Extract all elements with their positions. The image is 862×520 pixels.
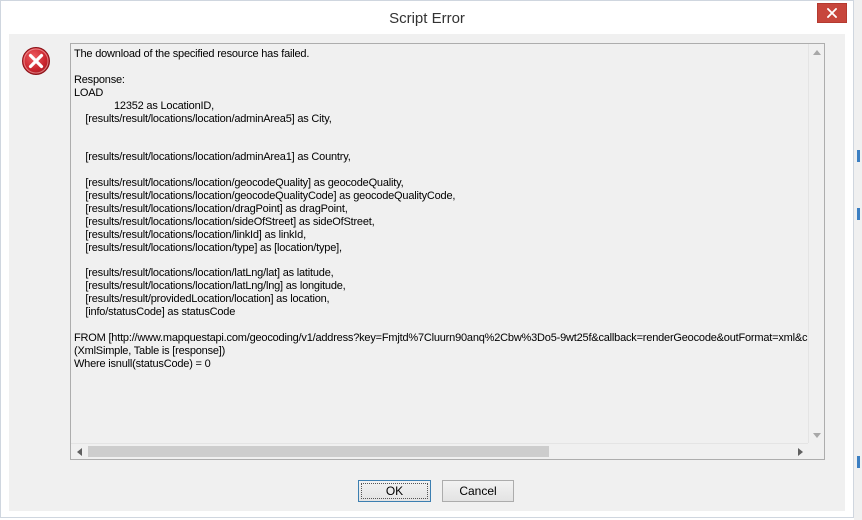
- scroll-up-button[interactable]: [809, 44, 824, 60]
- background-marker: [857, 456, 860, 468]
- dialog-title: Script Error: [389, 10, 465, 27]
- chevron-down-icon: [812, 432, 821, 438]
- focus-rectangle: [361, 483, 428, 499]
- error-message-text: The download of the specified resource h…: [74, 48, 808, 370]
- cancel-button-label: Cancel: [459, 484, 497, 498]
- dialog-content: The download of the specified resource h…: [9, 34, 845, 511]
- background-marker: [857, 150, 860, 162]
- error-message-box[interactable]: The download of the specified resource h…: [70, 43, 825, 460]
- cancel-button[interactable]: Cancel: [442, 480, 514, 502]
- horizontal-scrollbar[interactable]: [71, 443, 808, 459]
- chevron-left-icon: [76, 447, 82, 456]
- scroll-right-button[interactable]: [792, 444, 808, 459]
- vertical-scrollbar[interactable]: [808, 44, 824, 443]
- ok-button[interactable]: OK: [358, 480, 431, 502]
- scroll-down-button[interactable]: [809, 427, 824, 443]
- close-icon: [827, 8, 837, 18]
- script-error-dialog: Script Error The download of the specifi…: [0, 0, 854, 518]
- background-app-edge: [854, 0, 862, 520]
- background-marker: [857, 208, 860, 220]
- title-bar[interactable]: Script Error: [1, 1, 853, 34]
- horizontal-scroll-thumb[interactable]: [88, 446, 549, 457]
- scrollbar-corner: [808, 443, 824, 459]
- close-button[interactable]: [817, 3, 847, 23]
- chevron-right-icon: [797, 447, 803, 456]
- scroll-left-button[interactable]: [71, 444, 87, 459]
- chevron-up-icon: [812, 49, 821, 55]
- error-icon: [22, 47, 50, 75]
